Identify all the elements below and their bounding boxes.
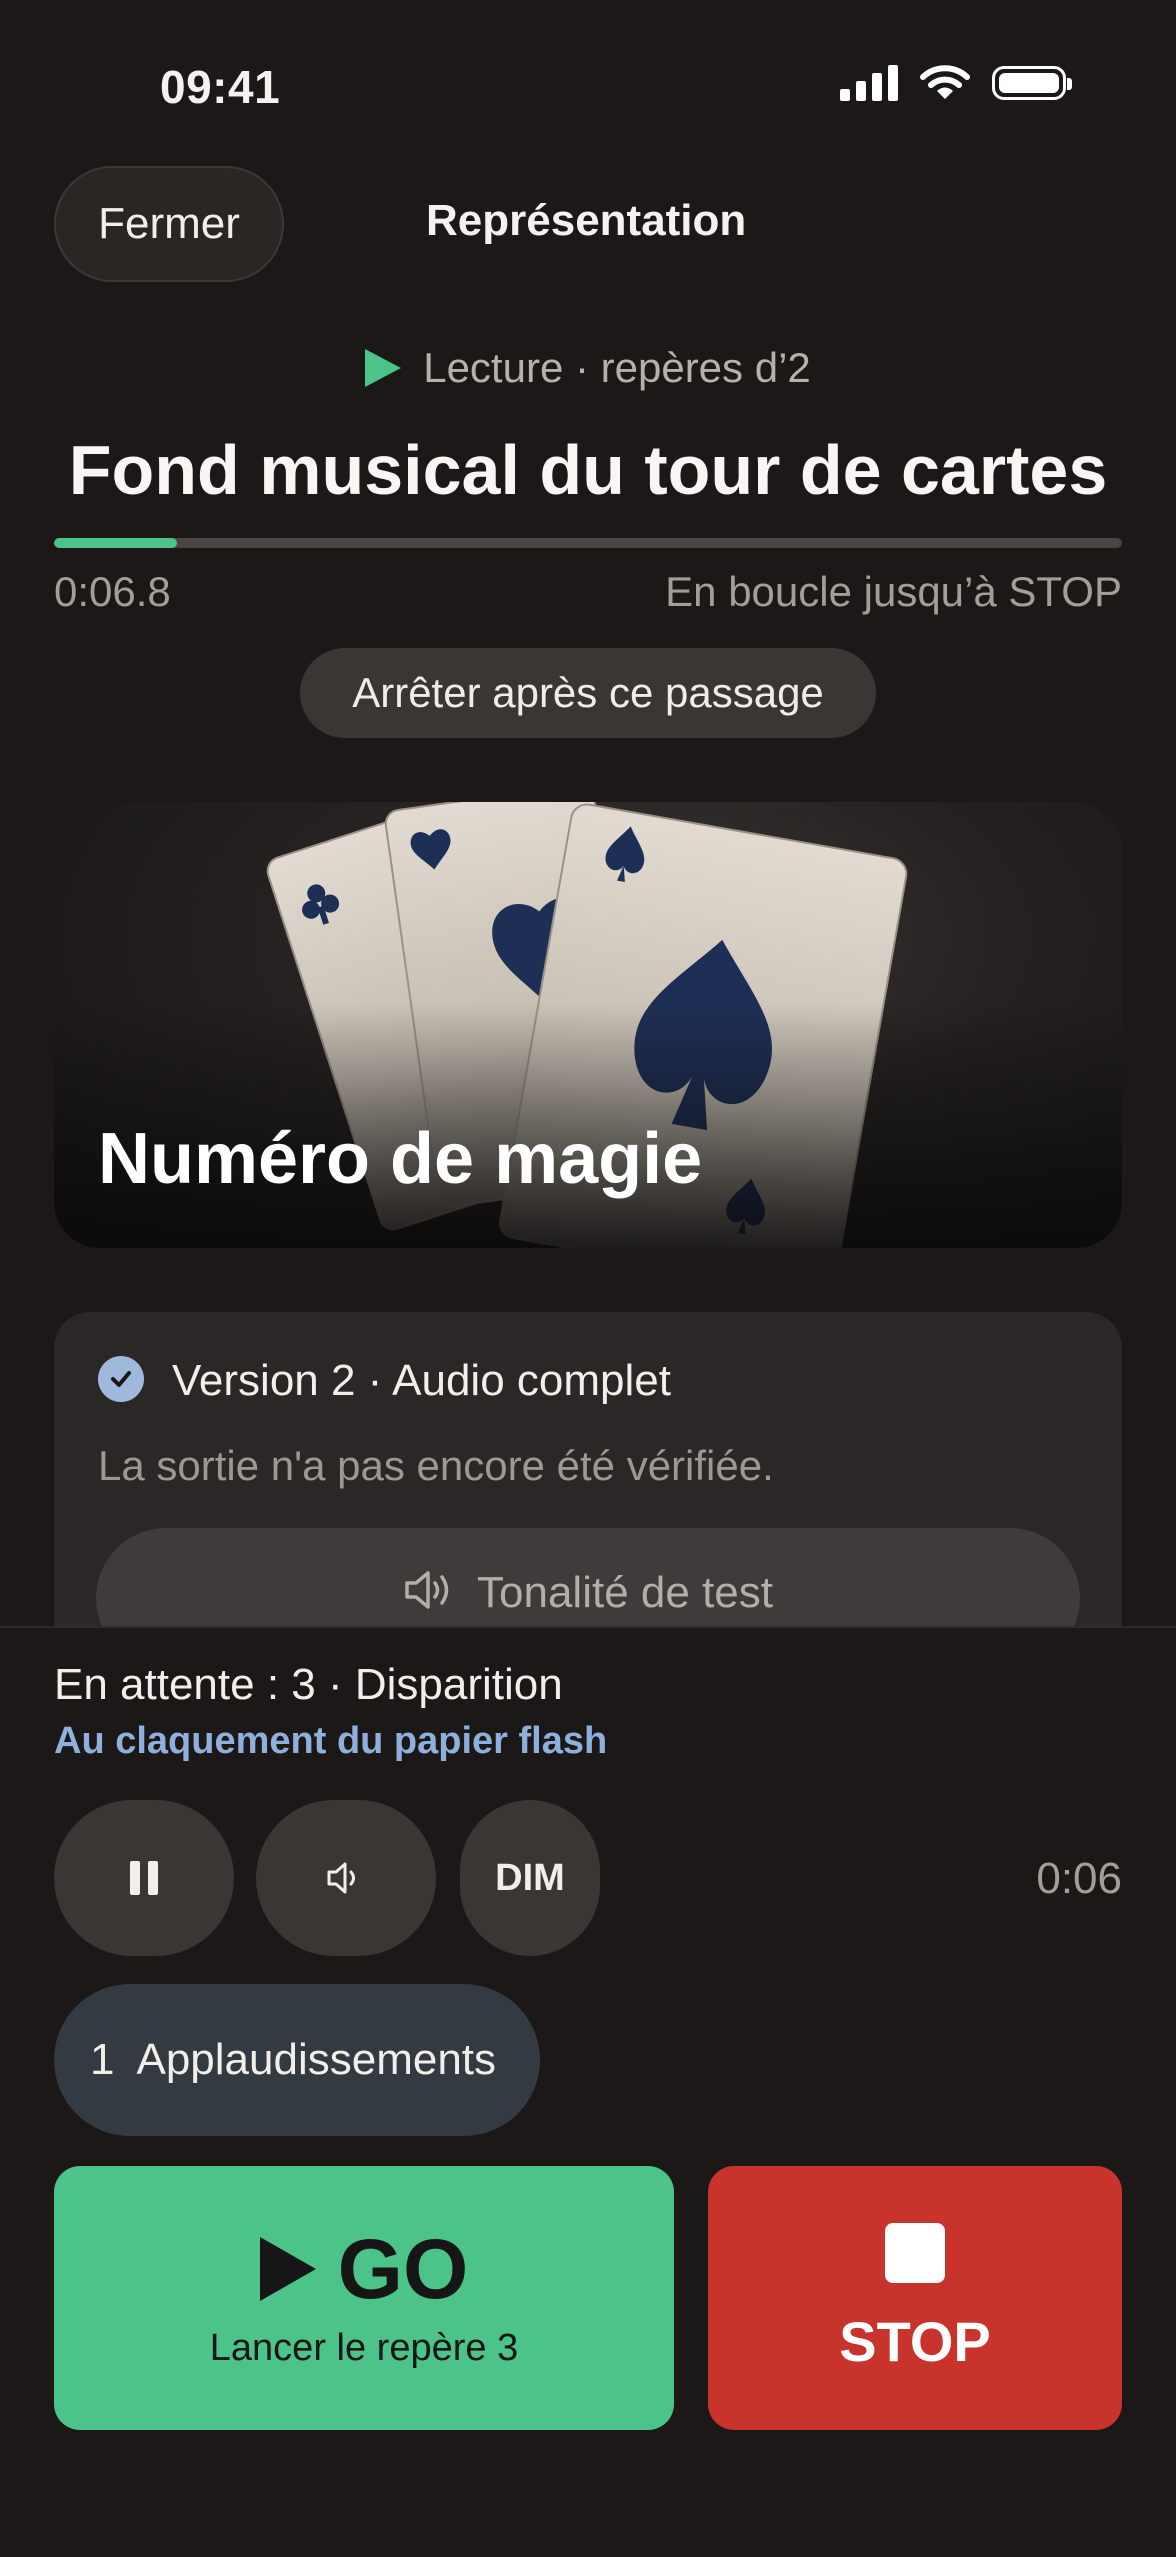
next-cue-chip[interactable]: 1 Applaudissements (54, 1984, 540, 2136)
playback-status-text: Lecture · repères d’2 (423, 344, 811, 391)
next-cue-number: 1 (90, 2035, 115, 2084)
cellular-signal-icon (840, 65, 898, 101)
stop-after-pass-button[interactable]: Arrêter après ce passage (300, 648, 876, 738)
cue-trigger: Au claquement du papier flash (54, 1720, 608, 1762)
elapsed-time: 0:06.8 (54, 568, 171, 615)
pending-cue: En attente : 3 · Disparition (54, 1660, 563, 1709)
loop-status: En boucle jusqu’à STOP (665, 568, 1122, 615)
track-title: Fond musical du tour de cartes (68, 431, 1108, 509)
status-time: 09:41 (160, 61, 281, 113)
go-button[interactable]: GO Lancer le repère 3 (54, 2166, 674, 2430)
scene-title: Numéro de magie (98, 1119, 703, 1199)
dim-button[interactable]: DIM (460, 1800, 600, 1956)
volume-icon (327, 1862, 355, 1894)
status-icons (840, 64, 1072, 102)
header-title: Représentation (426, 196, 747, 245)
volume-button[interactable] (256, 1800, 436, 1956)
pause-icon (130, 1861, 158, 1895)
stop-label: STOP (839, 2309, 991, 2373)
scene-card: Numéro de magie (54, 802, 1122, 1248)
go-label: GO (337, 2221, 469, 2316)
wifi-icon (920, 65, 970, 99)
check-circle-icon (98, 1356, 144, 1402)
pause-button[interactable] (54, 1800, 234, 1956)
battery-icon (992, 66, 1072, 100)
close-button[interactable]: Fermer (54, 166, 284, 282)
playback-progress-bar[interactable] (54, 538, 1122, 548)
play-icon (365, 349, 402, 387)
go-sublabel: Lancer le repère 3 (209, 2326, 519, 2369)
play-icon (259, 2236, 316, 2301)
playback-progress-fill (54, 538, 177, 548)
version-label: Version 2 · Audio complet (172, 1356, 671, 1405)
remaining-time: 0:06 (1036, 1854, 1122, 1903)
playback-status: Lecture · repères d’2 (0, 344, 1176, 392)
next-cue-label: Applaudissements (136, 2035, 497, 2084)
output-check-note: La sortie n'a pas encore été vérifiée. (98, 1442, 774, 1489)
stop-icon (885, 2222, 945, 2283)
stop-button[interactable]: STOP (708, 2166, 1122, 2430)
speaker-icon (405, 1571, 449, 1609)
